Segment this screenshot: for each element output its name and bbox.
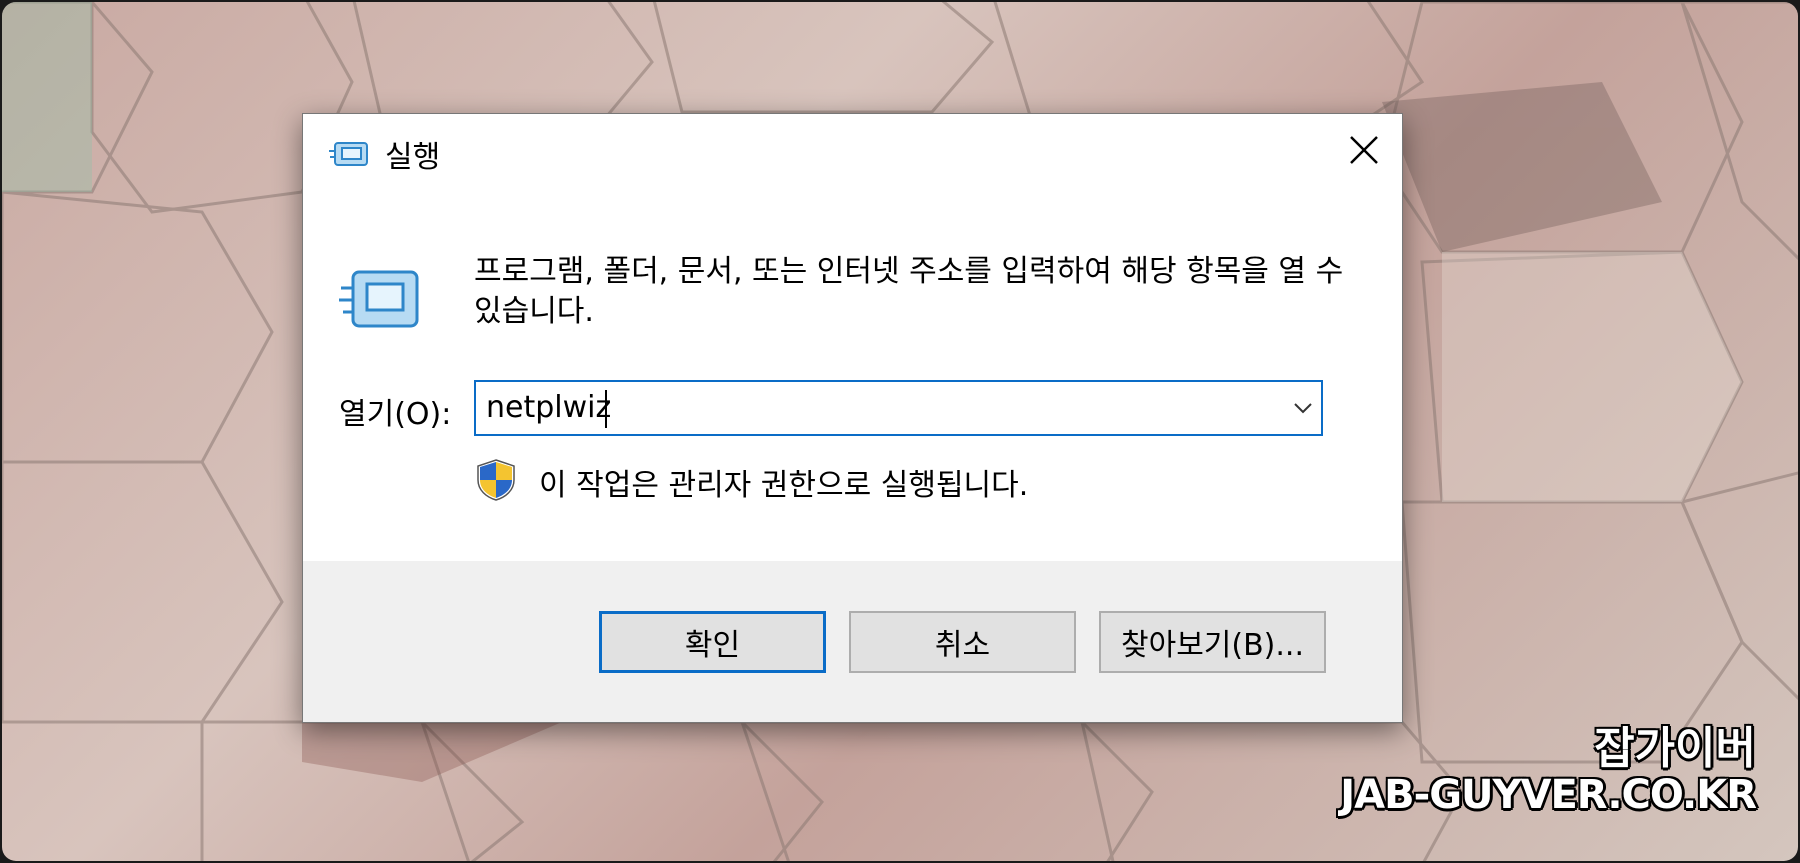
open-combobox[interactable]: netplwiz	[474, 380, 1323, 436]
run-icon	[339, 270, 419, 328]
text-caret	[605, 390, 607, 428]
title-bar: 실행	[303, 114, 1402, 196]
button-bar: 확인 취소 찾아보기(B)...	[303, 561, 1402, 722]
watermark-url: JAB-GUYVER.CO.KR	[1340, 772, 1757, 818]
ok-button[interactable]: 확인	[599, 611, 826, 673]
watermark-title: 잡가이버	[1594, 723, 1756, 774]
chevron-down-icon[interactable]	[1291, 396, 1315, 420]
open-label: 열기(O):	[339, 397, 452, 432]
browse-button[interactable]: 찾아보기(B)...	[1099, 611, 1326, 673]
dialog-description: 프로그램, 폴더, 문서, 또는 인터넷 주소를 입력하여 해당 항목을 열 수…	[474, 254, 1344, 329]
close-icon	[1350, 136, 1378, 164]
uac-shield-icon	[477, 459, 515, 501]
run-icon	[329, 142, 368, 166]
close-button[interactable]	[1326, 114, 1402, 186]
open-input-value[interactable]: netplwiz	[486, 390, 611, 425]
admin-notice: 이 작업은 관리자 권한으로 실행됩니다.	[539, 468, 1029, 503]
dialog-title: 실행	[385, 140, 441, 175]
cancel-button[interactable]: 취소	[849, 611, 1076, 673]
run-dialog: 실행 프로그램, 폴더, 문서, 또는 인터넷 주소를 입력하여 해당 항목을 …	[302, 113, 1403, 723]
